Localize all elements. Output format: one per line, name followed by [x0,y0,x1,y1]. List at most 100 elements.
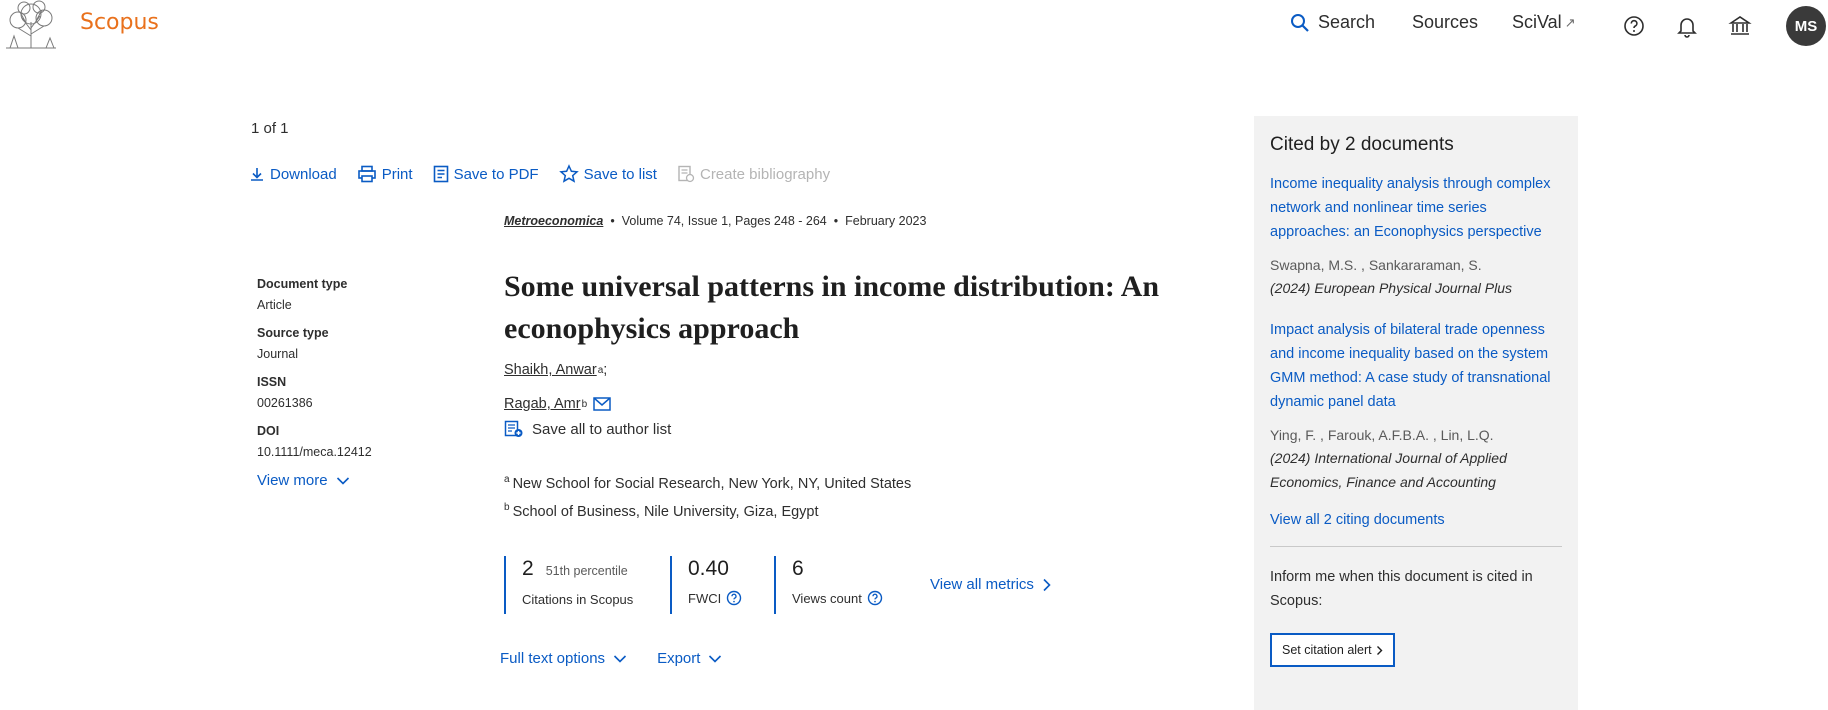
view-more-button[interactable]: View more [257,472,457,489]
source-type-value: Journal [257,347,298,361]
export-button[interactable]: Export [657,650,722,667]
view-all-metrics-label: View all metrics [930,576,1034,593]
nav-search[interactable]: Search [1290,12,1375,33]
bibliography-icon [678,165,695,183]
fwci-label: FWCI [688,590,722,606]
source-type-label: Source type [257,326,329,340]
author-link[interactable]: Ragab, Amr [504,396,581,412]
chevron-down-icon [613,654,627,663]
citations-label: Citations in Scopus [522,592,634,607]
citing-year: (2024) [1270,450,1311,466]
affiliation-item: a New School for Social Research, New Yor… [504,474,911,492]
set-citation-alert-button[interactable]: Set citation alert [1270,633,1395,667]
affiliation-item: b School of Business, Nile University, Gi… [504,502,819,520]
save-to-pdf-button[interactable]: Save to PDF [433,165,539,183]
separator: • [833,214,839,228]
affiliation-text: New School for Social Research, New York… [512,475,912,492]
issn-value: 00261386 [257,396,313,410]
doi-label: DOI [257,424,280,438]
institution-icon[interactable] [1728,14,1752,38]
document-options: Full text options Export [500,650,752,667]
affiliation-text: School of Business, Nile University, Giz… [512,503,819,520]
citing-document-authors: Swapna, M.S. , Sankararaman, S. [1270,257,1482,273]
star-icon [558,164,579,183]
citing-document-source: (2024) European Physical Journal Plus [1270,276,1562,300]
author-separator: ; [603,362,608,378]
citations-count: 2 [522,557,534,580]
save-to-list-button[interactable]: Save to list [558,164,657,184]
view-all-citing-documents-link[interactable]: View all 2 citing documents [1270,512,1562,528]
citations-metric: 2 51th percentile Citations in Scopus [504,556,652,614]
citing-document: Impact analysis of bilateral trade openn… [1270,318,1562,494]
volume-info: Volume 74, Issue 1, Pages 248 - 264 [621,214,827,228]
user-avatar[interactable]: MS [1786,6,1826,46]
doi-value: 10.1111/meca.12412 [257,445,372,459]
citing-document-title[interactable]: Income inequality analysis through compl… [1270,172,1562,244]
info-circle-icon[interactable] [867,590,883,606]
separator: • [610,214,615,228]
envelope-icon[interactable] [593,397,611,411]
fwci-metric: 0.40 FWCI [670,556,756,614]
views-value: 6 [792,557,804,580]
citing-document-source: (2024) International Journal of Applied … [1270,446,1562,494]
doc-type-label: Document type [257,277,348,291]
document-metadata: Document type Article Source type Journa… [257,276,457,489]
publication-date: February 2023 [845,214,927,228]
elsevier-tree-logo[interactable] [2,0,60,50]
views-metric: 6 Views count [774,556,908,614]
help-circle-icon[interactable] [1622,14,1646,38]
author-item: Ragab, Amr b [504,396,611,412]
info-circle-icon[interactable] [726,590,742,606]
citing-document: Income inequality analysis through compl… [1270,172,1562,300]
pdf-icon [433,165,448,183]
nav-search-label: Search [1318,12,1376,32]
nav-sources[interactable]: Sources [1412,12,1478,33]
affiliation-marker: a [504,474,510,485]
result-pager: 1 of 1 [251,120,289,137]
nav-sources-label: Sources [1412,12,1479,32]
external-link-icon: ↗ [1564,14,1576,30]
top-header: Scopus Search Sources SciVal ↗ MS [0,0,1828,52]
author-list-icon [504,420,523,437]
cited-by-panel: Cited by 2 documents Income inequality a… [1254,116,1578,710]
save-all-label: Save all to author list [532,420,672,438]
views-label: Views count [792,590,862,606]
journal-link[interactable]: Metroeconomica [504,214,603,228]
document-title: Some universal patterns in income distri… [504,270,1160,345]
create-bibliography-label: Create bibliography [699,165,831,183]
view-all-metrics-link[interactable]: View all metrics [930,576,1051,593]
set-citation-alert-label: Set citation alert [1282,643,1372,657]
save-to-pdf-label: Save to PDF [453,165,539,183]
download-button[interactable]: Download [249,166,337,183]
citing-journal: European Physical Journal Plus [1314,280,1513,296]
download-label: Download [270,165,337,183]
source-line: Metroeconomica • Volume 74, Issue 1, Pages… [504,214,926,228]
print-button[interactable]: Print [357,165,413,183]
printer-icon [357,165,376,183]
export-label: Export [657,650,701,667]
author-link[interactable]: Shaikh, Anwar [504,362,597,378]
chevron-down-icon [709,654,722,663]
nav-scival-label: SciVal [1512,12,1562,32]
nav-scival[interactable]: SciVal ↗ [1512,12,1576,33]
print-label: Print [381,165,413,183]
save-to-list-label: Save to list [583,165,657,183]
metrics-bar: 2 51th percentile Citations in Scopus 0.4… [504,556,1051,614]
doc-type-value: Article [257,298,292,312]
issn-label: ISSN [257,375,287,389]
chevron-down-icon [336,476,349,485]
create-bibliography-button[interactable]: Create bibliography [677,165,830,183]
save-all-to-author-list-button[interactable]: Save all to author list [504,420,671,438]
author-item: Shaikh, Anwar a; [504,362,607,378]
document-toolbar: Download Print Save to PDF Save to list … [249,164,850,184]
citing-document-title[interactable]: Impact analysis of bilateral trade openn… [1270,318,1562,414]
affiliation-marker: b [504,502,510,513]
bell-icon[interactable] [1675,14,1699,38]
affiliation-marker: b [581,398,588,410]
citations-percentile: 51th percentile [545,564,628,578]
download-icon [251,168,263,181]
full-text-options-button[interactable]: Full text options [500,650,627,667]
cited-by-heading: Cited by 2 documents [1270,134,1454,155]
panel-divider [1270,546,1562,547]
scopus-brand[interactable]: Scopus [80,10,159,35]
